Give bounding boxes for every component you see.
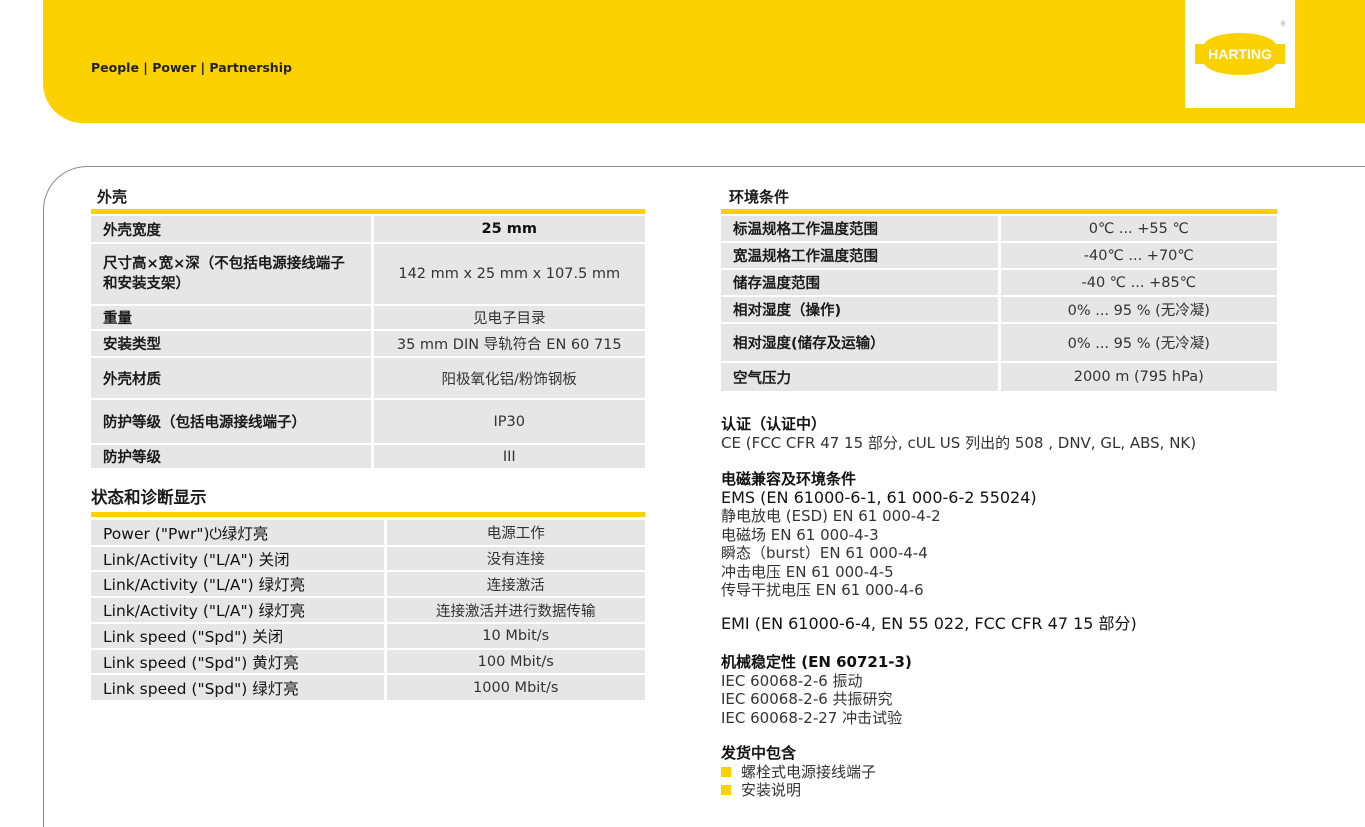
row-value: 阳极氧化铝/粉饰钢板 xyxy=(372,357,645,400)
certification-text: CE (FCC CFR 47 15 部分, cUL US 列出的 508 , D… xyxy=(721,433,1197,452)
emc-item: 瞬态（burst）EN 61 000-4-4 xyxy=(721,544,928,562)
mechanical-item: IEC 60068-2-27 冲击试验 xyxy=(721,708,903,727)
row-value: 连接激活 xyxy=(385,571,645,598)
mechanical-block: 机械稳定性 (EN 60721-3) IEC 60068-2-6 振动 IEC … xyxy=(721,653,912,727)
mechanical-title: 机械稳定性 (EN 60721-3) xyxy=(721,653,912,671)
row-label: 外壳材质 xyxy=(91,357,374,400)
svg-text:®: ® xyxy=(1281,20,1285,28)
row-value: 142 mm x 25 mm x 107.5 mm xyxy=(372,243,645,306)
emc-item: 冲击电压 EN 61 000-4-5 xyxy=(721,562,894,581)
mechanical-item: IEC 60068-2-6 共振研究 xyxy=(721,690,893,708)
row-label: 相对湿度（操作) xyxy=(721,296,1001,324)
row-label: 安装类型 xyxy=(91,330,374,358)
table-row: 尺寸高×宽×深（不包括电源接线端子和安装支架） 142 mm x 25 mm x… xyxy=(91,243,645,306)
row-label: 宽温规格工作温度范围 xyxy=(721,242,1001,270)
row-label: Link/Activity ("L/A") 绿灯亮 xyxy=(91,597,387,624)
table-row: Power ("Pwr")⏻绿灯亮 电源工作 xyxy=(91,520,645,547)
row-label: Link/Activity ("L/A") 绿灯亮 xyxy=(91,571,387,598)
table-row: Link/Activity ("L/A") 关闭 没有连接 xyxy=(91,546,645,572)
table-row: 外壳宽度 25 mm xyxy=(91,216,645,244)
delivery-item: 安装说明 xyxy=(741,781,802,799)
row-value: 见电子目录 xyxy=(372,305,645,331)
table-row: 标温规格工作温度范围 0℃ ... +55 ℃ xyxy=(721,216,1277,243)
row-label: Power ("Pwr")⏻绿灯亮 xyxy=(91,520,387,547)
status-title-bar xyxy=(91,512,645,517)
table-row: 外壳材质 阳极氧化铝/粉饰钢板 xyxy=(91,357,645,400)
row-value: -40 ℃ ... +85℃ xyxy=(999,269,1277,297)
emc-block: 电磁兼容及环境条件 EMS (EN 61000-6-1, 61 000-6-2 … xyxy=(721,470,1037,600)
emc-item: 静电放电 (ESD) EN 61 000-4-2 xyxy=(721,507,941,525)
row-label: Link speed ("Spd") 绿灯亮 xyxy=(91,674,387,702)
table-row: Link speed ("Spd") 绿灯亮 1000 Mbit/s xyxy=(91,674,645,702)
row-value: 1000 Mbit/s xyxy=(385,674,645,702)
environment-title-bar xyxy=(721,209,1277,214)
emc-item: 传导干扰电压 EN 61 000-4-6 xyxy=(721,581,924,599)
row-label: 相对湿度(储存及运输） xyxy=(721,323,1001,363)
row-value: 100 Mbit/s xyxy=(385,649,645,675)
mechanical-item: IEC 60068-2-6 振动 xyxy=(721,671,863,690)
row-label: 储存温度范围 xyxy=(721,269,1001,297)
environment-table: 标温规格工作温度范围 0℃ ... +55 ℃ 宽温规格工作温度范围 -40℃ … xyxy=(721,216,1277,393)
environment-title: 环境条件 xyxy=(729,188,790,206)
emi-line: EMI (EN 61000-6-4, EN 55 022, FCC CFR 47… xyxy=(721,614,1137,633)
row-label: 标温规格工作温度范围 xyxy=(721,216,1001,243)
table-row: 防护等级（包括电源接线端子） IP30 xyxy=(91,399,645,445)
ems-line: EMS (EN 61000-6-1, 61 000-6-2 55024) xyxy=(721,487,1037,507)
certification-block: 认证（认证中） CE (FCC CFR 47 15 部分, cUL US 列出的… xyxy=(721,415,1196,452)
row-label: 防护等级（包括电源接线端子） xyxy=(91,399,374,445)
table-row: 储存温度范围 -40 ℃ ... +85℃ xyxy=(721,269,1277,297)
row-label: 重量 xyxy=(91,305,374,331)
harting-logo: HARTING ® xyxy=(1185,0,1295,108)
row-value: 连接激活并进行数据传输 xyxy=(385,597,645,624)
table-row: 重量 见电子目录 xyxy=(91,305,645,331)
list-item: 安装说明 xyxy=(721,781,876,800)
delivery-title: 发货中包含 xyxy=(721,744,797,762)
emc-title: 电磁兼容及环境条件 xyxy=(721,470,857,488)
row-value: 0% ... 95 % (无冷凝) xyxy=(999,323,1277,363)
logo-text: HARTING xyxy=(1208,46,1272,62)
row-label: 空气压力 xyxy=(721,362,1001,393)
table-row: 宽温规格工作温度范围 -40℃ ... +70℃ xyxy=(721,242,1277,270)
table-row: Link/Activity ("L/A") 绿灯亮 连接激活并进行数据传输 xyxy=(91,597,645,624)
row-value: 35 mm DIN 导轨符合 EN 60 715 xyxy=(372,330,645,358)
status-title: 状态和诊断显示 xyxy=(91,488,207,507)
row-label: Link/Activity ("L/A") 关闭 xyxy=(91,546,387,572)
table-row: 空气压力 2000 m (795 hPa) xyxy=(721,362,1277,393)
row-label: Link speed ("Spd") 关闭 xyxy=(91,623,387,650)
row-value: -40℃ ... +70℃ xyxy=(999,242,1277,270)
row-label: 防护等级 xyxy=(91,444,374,470)
row-value: 10 Mbit/s xyxy=(385,623,645,650)
row-value: 没有连接 xyxy=(385,546,645,572)
housing-table: 外壳宽度 25 mm 尺寸高×宽×深（不包括电源接线端子和安装支架） 142 m… xyxy=(91,216,645,470)
table-row: 安装类型 35 mm DIN 导轨符合 EN 60 715 xyxy=(91,330,645,358)
row-value: III xyxy=(372,444,645,470)
housing-title: 外壳 xyxy=(97,188,128,206)
harting-logo-icon: HARTING ® xyxy=(1195,20,1285,75)
row-value: 25 mm xyxy=(372,216,645,244)
row-value: 电源工作 xyxy=(385,520,645,547)
tagline: People | Power | Partnership xyxy=(91,60,292,75)
table-row: 相对湿度（操作) 0% ... 95 % (无冷凝) xyxy=(721,296,1277,324)
certification-title: 认证（认证中） xyxy=(721,415,827,433)
row-value: 2000 m (795 hPa) xyxy=(999,362,1277,393)
table-row: Link speed ("Spd") 关闭 10 Mbit/s xyxy=(91,623,645,650)
list-item: 螺栓式电源接线端子 xyxy=(721,763,876,782)
row-label: 外壳宽度 xyxy=(91,216,374,244)
status-table: Power ("Pwr")⏻绿灯亮 电源工作 Link/Activity ("L… xyxy=(91,520,645,702)
delivery-item: 螺栓式电源接线端子 xyxy=(741,762,877,781)
row-value: IP30 xyxy=(372,399,645,445)
bullet-square-icon xyxy=(721,766,731,777)
bullet-square-icon xyxy=(721,785,731,796)
housing-title-bar xyxy=(91,209,645,214)
emc-item: 电磁场 EN 61 000-4-3 xyxy=(721,525,879,544)
row-label: Link speed ("Spd") 黄灯亮 xyxy=(91,649,387,675)
row-value: 0% ... 95 % (无冷凝) xyxy=(999,296,1277,324)
table-row: Link/Activity ("L/A") 绿灯亮 连接激活 xyxy=(91,571,645,598)
table-row: Link speed ("Spd") 黄灯亮 100 Mbit/s xyxy=(91,649,645,675)
row-value: 0℃ ... +55 ℃ xyxy=(999,216,1277,243)
delivery-block: 发货中包含 螺栓式电源接线端子 安装说明 xyxy=(721,744,876,800)
table-row: 防护等级 III xyxy=(91,444,645,470)
table-row: 相对湿度(储存及运输） 0% ... 95 % (无冷凝) xyxy=(721,323,1277,363)
row-label: 尺寸高×宽×深（不包括电源接线端子和安装支架） xyxy=(91,243,374,306)
